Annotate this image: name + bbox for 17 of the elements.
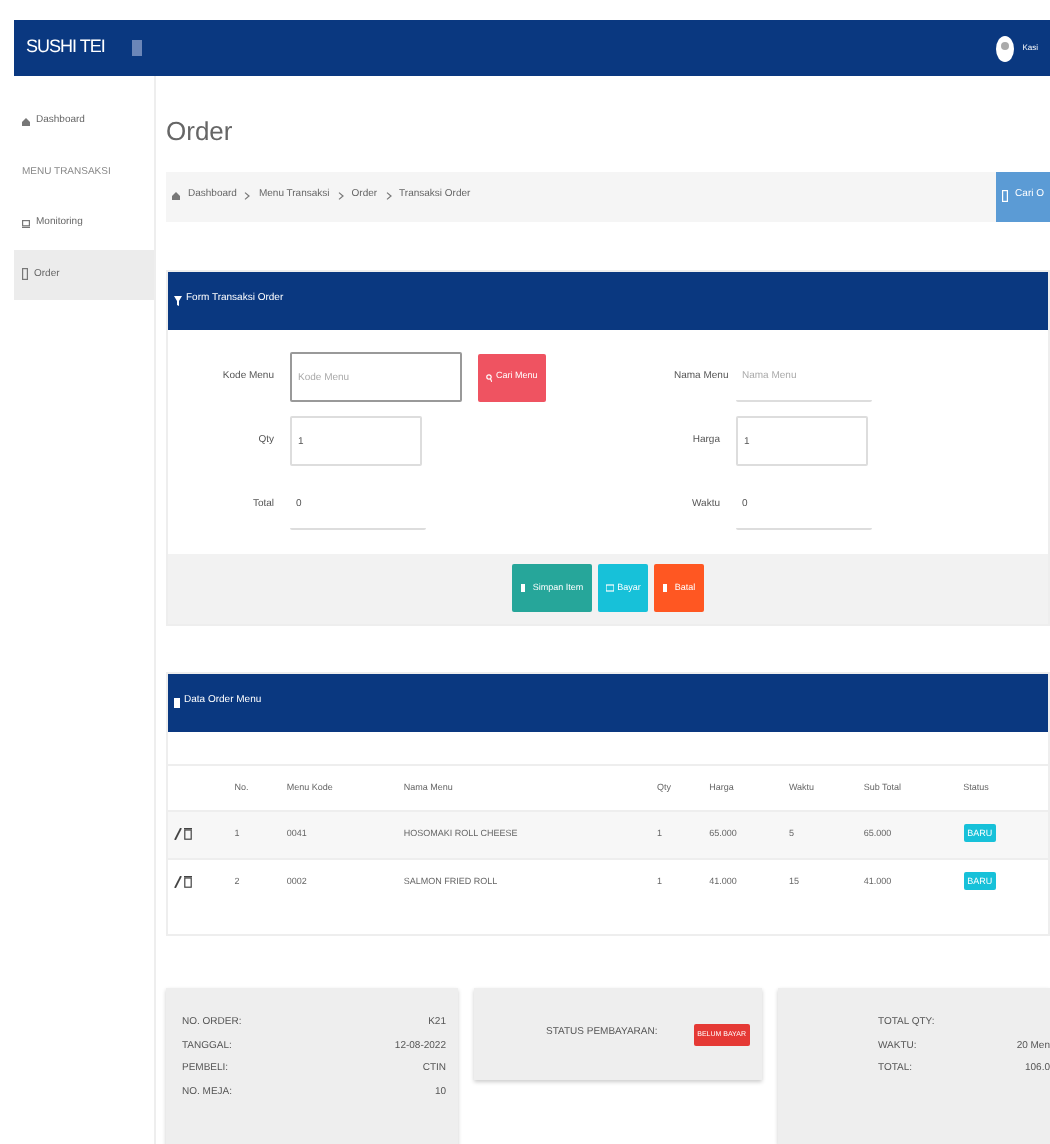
monitor-icon xyxy=(22,219,30,228)
card-icon xyxy=(605,584,614,592)
page-title: Order xyxy=(166,114,235,150)
search-icon xyxy=(486,373,492,381)
home-icon xyxy=(172,192,180,200)
phone-icon xyxy=(22,268,28,281)
home-icon xyxy=(22,117,30,126)
chevron-icon xyxy=(385,192,392,200)
menu-icon[interactable] xyxy=(132,40,143,56)
chevron-icon xyxy=(244,192,251,200)
phone-icon xyxy=(1001,190,1008,202)
edit-icon xyxy=(174,828,182,841)
avatar-icon[interactable] xyxy=(996,35,1015,61)
chevron-icon xyxy=(337,192,344,200)
filter-icon xyxy=(174,295,182,305)
edit-icon xyxy=(174,876,182,889)
brand-logo[interactable]: SUSHI TEI xyxy=(26,34,105,62)
